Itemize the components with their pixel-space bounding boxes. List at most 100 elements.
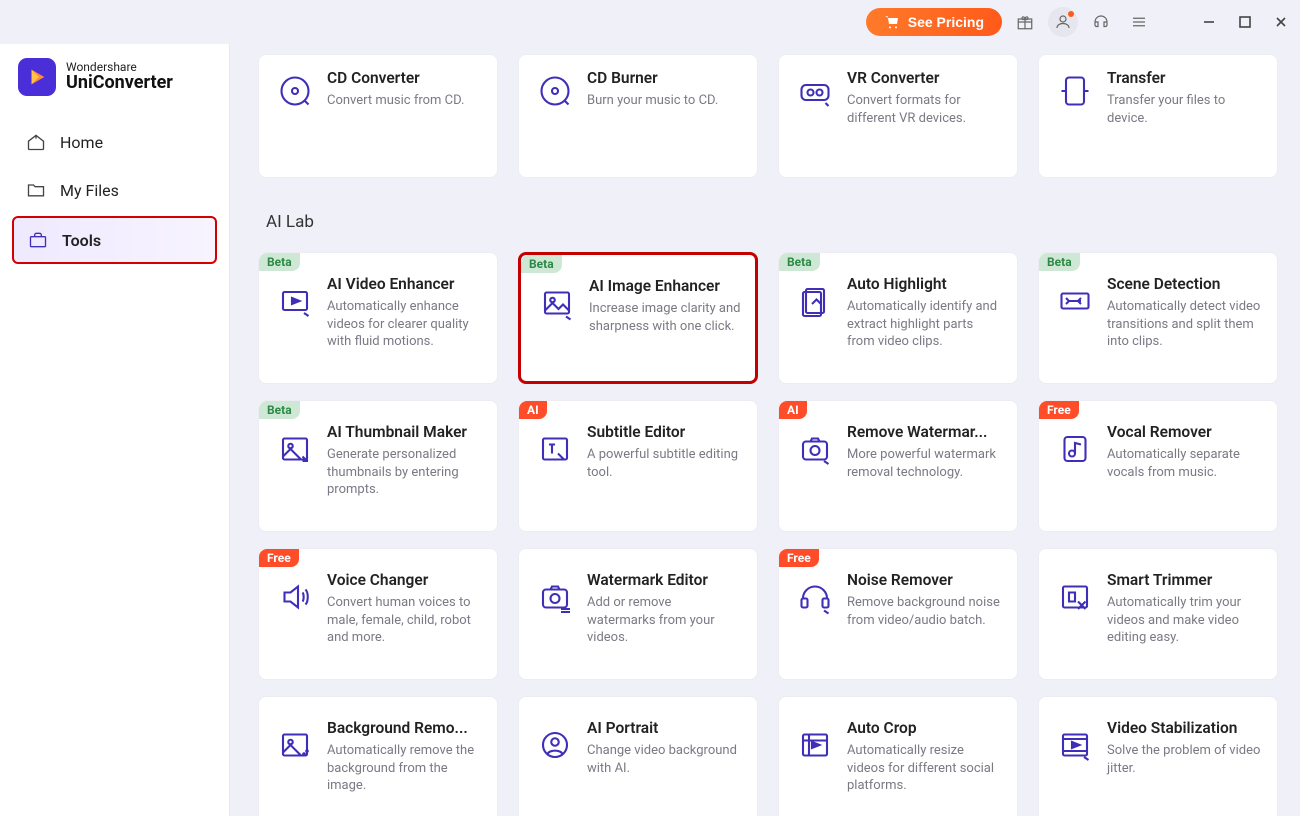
- account-icon[interactable]: [1048, 7, 1078, 37]
- sidebar-item-home[interactable]: Home: [12, 120, 217, 164]
- tool-desc: Solve the problem of video jitter.: [1107, 742, 1263, 777]
- badge-ai: AI: [519, 401, 547, 419]
- thumb-icon: [275, 429, 315, 469]
- tool-title: AI Video Enhancer: [327, 275, 483, 294]
- tool-card-ai-video-enhancer[interactable]: Beta AI Video Enhancer Automatically enhan…: [258, 252, 498, 384]
- sidebar-item-label: Home: [60, 133, 103, 152]
- badge-free: Free: [259, 549, 299, 567]
- tool-grid: CD ConverterConvert music from CD.CD Bur…: [258, 54, 1280, 816]
- tool-title: Transfer: [1107, 69, 1263, 88]
- tool-title: Smart Trimmer: [1107, 571, 1263, 590]
- badge-beta: Beta: [259, 253, 300, 271]
- maximize-button[interactable]: [1234, 11, 1256, 33]
- menu-icon[interactable]: [1124, 7, 1154, 37]
- tool-card-auto-highlight[interactable]: BetaAuto HighlightAutomatically identify…: [778, 252, 1018, 384]
- tool-card-transfer[interactable]: Transfer Transfer your files to device.: [1038, 54, 1278, 178]
- tool-desc: Add or remove watermarks from your video…: [587, 594, 743, 647]
- see-pricing-label: See Pricing: [908, 14, 984, 30]
- disc-icon: [275, 71, 315, 111]
- tool-card-remove-watermark[interactable]: AIRemove Watermar...More powerful waterm…: [778, 400, 1018, 532]
- video-icon: [275, 281, 315, 321]
- crop-icon: [795, 725, 835, 765]
- tool-card-auto-crop[interactable]: Auto Crop Automatically resize videos for…: [778, 696, 1018, 816]
- camera2-icon: [535, 577, 575, 617]
- sidebar-item-tools[interactable]: Tools: [12, 216, 217, 264]
- tool-title: Scene Detection: [1107, 275, 1263, 294]
- logo-mark-icon: [18, 58, 56, 96]
- cart-icon: [884, 14, 900, 30]
- head-icon: [795, 577, 835, 617]
- close-button[interactable]: [1270, 11, 1292, 33]
- badge-free: Free: [779, 549, 819, 567]
- tool-card-video-stabilization[interactable]: Video Stabilization Solve the problem of …: [1038, 696, 1278, 816]
- badge-beta: Beta: [259, 401, 300, 419]
- clip-icon: [795, 281, 835, 321]
- tool-card-subtitle-editor[interactable]: AI Subtitle Editor A powerful subtitle edi…: [518, 400, 758, 532]
- tool-desc: Convert music from CD.: [327, 92, 483, 110]
- tool-desc: Automatically enhance videos for clearer…: [327, 298, 483, 351]
- tool-desc: Increase image clarity and sharpness wit…: [589, 300, 741, 335]
- tool-card-cd-converter[interactable]: CD ConverterConvert music from CD.: [258, 54, 498, 178]
- badge-beta: Beta: [521, 255, 562, 273]
- sidebar-item-myfiles[interactable]: My Files: [12, 168, 217, 212]
- tool-desc: More powerful watermark removal technolo…: [847, 446, 1003, 481]
- tool-title: AI Portrait: [587, 719, 743, 738]
- support-icon[interactable]: [1086, 7, 1116, 37]
- trim-icon: [1055, 577, 1095, 617]
- camera-icon: [795, 429, 835, 469]
- sidebar-item-label: My Files: [60, 181, 119, 200]
- tool-title: AI Thumbnail Maker: [327, 423, 483, 442]
- tool-desc: Transfer your files to device.: [1107, 92, 1263, 127]
- tool-title: Video Stabilization: [1107, 719, 1263, 738]
- tool-desc: Burn your music to CD.: [587, 92, 743, 110]
- folder-icon: [26, 180, 46, 200]
- tool-desc: Automatically identify and extract highl…: [847, 298, 1003, 351]
- tool-card-cd-burner[interactable]: CD BurnerBurn your music to CD.: [518, 54, 758, 178]
- tool-card-scene-detection[interactable]: BetaScene DetectionAutomatically detect …: [1038, 252, 1278, 384]
- badge-free: Free: [1039, 401, 1079, 419]
- tool-title: Voice Changer: [327, 571, 483, 590]
- tool-desc: Automatically trim your videos and make …: [1107, 594, 1263, 647]
- tool-card-noise-remover[interactable]: FreeNoise RemoverRemove background noise…: [778, 548, 1018, 680]
- section-title: AI Lab: [258, 194, 1278, 236]
- tool-title: Background Remo...: [327, 719, 483, 738]
- main: CD ConverterConvert music from CD.CD Bur…: [230, 44, 1300, 816]
- portrait-icon: [535, 725, 575, 765]
- gift-icon[interactable]: [1010, 7, 1040, 37]
- tool-card-ai-portrait[interactable]: AI Portrait Change video background with …: [518, 696, 758, 816]
- tool-desc: Generate personalized thumbnails by ente…: [327, 446, 483, 499]
- tool-desc: Automatically resize videos for differen…: [847, 742, 1003, 795]
- tool-title: Auto Crop: [847, 719, 1003, 738]
- tool-card-watermark-editor[interactable]: Watermark Editor Add or remove watermarks…: [518, 548, 758, 680]
- tool-title: Noise Remover: [847, 571, 1003, 590]
- see-pricing-button[interactable]: See Pricing: [866, 8, 1002, 36]
- tool-title: VR Converter: [847, 69, 1003, 88]
- scene-icon: [1055, 281, 1095, 321]
- image-icon: [537, 283, 577, 323]
- tool-desc: A powerful subtitle editing tool.: [587, 446, 743, 481]
- tool-card-bg-remover[interactable]: Background Remo... Automatically remove t…: [258, 696, 498, 816]
- tool-card-vr-converter[interactable]: VR Converter Convert formats for differen…: [778, 54, 1018, 178]
- tool-card-voice-changer[interactable]: FreeVoice ChangerConvert human voices to…: [258, 548, 498, 680]
- sidebar-item-label: Tools: [62, 231, 101, 250]
- product-name: UniConverter: [66, 74, 173, 93]
- content: Wondershare UniConverter Home My Files T…: [0, 44, 1300, 816]
- tool-title: AI Image Enhancer: [589, 277, 741, 296]
- tool-desc: Change video background with AI.: [587, 742, 743, 777]
- notification-dot: [1068, 11, 1074, 17]
- tool-desc: Automatically remove the background from…: [327, 742, 483, 795]
- minimize-button[interactable]: [1198, 11, 1220, 33]
- disc-icon: [535, 71, 575, 111]
- tool-title: Auto Highlight: [847, 275, 1003, 294]
- toolbox-icon: [28, 230, 48, 250]
- device-icon: [1055, 71, 1095, 111]
- tool-desc: Convert formats for different VR devices…: [847, 92, 1003, 127]
- tool-card-smart-trimmer[interactable]: Smart Trimmer Automatically trim your vid…: [1038, 548, 1278, 680]
- tool-card-ai-thumbnail[interactable]: Beta AI Thumbnail Maker Generate personali…: [258, 400, 498, 532]
- tool-desc: Automatically separate vocals from music…: [1107, 446, 1263, 481]
- tool-card-vocal-remover[interactable]: FreeVocal RemoverAutomatically separate …: [1038, 400, 1278, 532]
- logo: Wondershare UniConverter: [12, 54, 217, 116]
- tool-title: Watermark Editor: [587, 571, 743, 590]
- tool-card-ai-image-enhancer[interactable]: Beta AI Image Enhancer Increase image clar…: [518, 252, 758, 384]
- tool-title: Subtitle Editor: [587, 423, 743, 442]
